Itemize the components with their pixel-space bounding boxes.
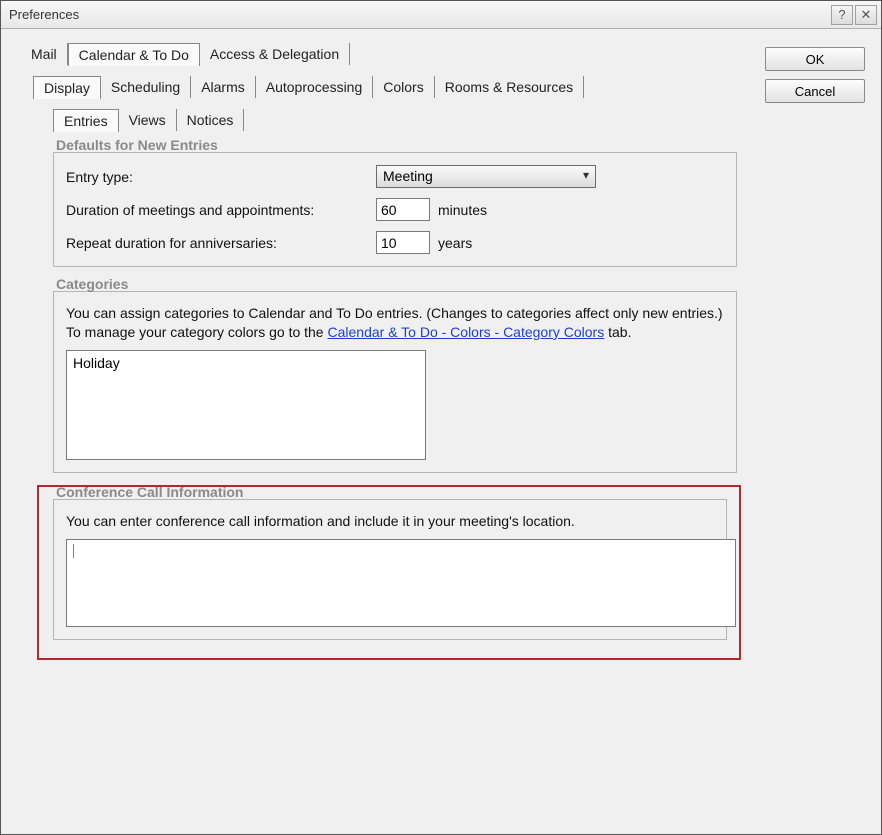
duration-input[interactable] <box>376 198 430 221</box>
repeat-row: Repeat duration for anniversaries: years <box>66 231 724 254</box>
categories-value: Holiday <box>73 355 120 371</box>
dialog-buttons: OK Cancel <box>765 47 865 103</box>
tab-display[interactable]: Display <box>33 76 101 99</box>
top-tabs: Mail Calendar & To Do Access & Delegatio… <box>21 43 867 66</box>
close-icon: ✕ <box>861 7 872 23</box>
tab-notices[interactable]: Notices <box>177 109 245 131</box>
cancel-button[interactable]: Cancel <box>765 79 865 103</box>
repeat-label: Repeat duration for anniversaries: <box>66 235 376 251</box>
close-button[interactable]: ✕ <box>855 5 877 25</box>
defaults-group: Defaults for New Entries Entry type: Mee… <box>53 152 737 267</box>
categories-heading: Categories <box>54 276 130 292</box>
tab-autoprocessing[interactable]: Autoprocessing <box>256 76 374 98</box>
tab-mail[interactable]: Mail <box>21 43 68 65</box>
tab-scheduling[interactable]: Scheduling <box>101 76 191 98</box>
mid-tabs: Display Scheduling Alarms Autoprocessing… <box>33 76 867 99</box>
duration-label: Duration of meetings and appointments: <box>66 202 376 218</box>
conference-description: You can enter conference call informatio… <box>66 512 714 531</box>
conference-heading: Conference Call Information <box>54 484 245 500</box>
categories-group: Categories You can assign categories to … <box>53 291 737 473</box>
entry-type-select[interactable]: Meeting <box>376 165 596 188</box>
categories-desc-post: tab. <box>604 324 631 340</box>
tab-alarms[interactable]: Alarms <box>191 76 256 98</box>
defaults-heading: Defaults for New Entries <box>54 137 220 153</box>
duration-row: Duration of meetings and appointments: m… <box>66 198 724 221</box>
tab-colors[interactable]: Colors <box>373 76 434 98</box>
titlebar-buttons: ? ✕ <box>831 5 877 25</box>
tab-entries[interactable]: Entries <box>53 109 119 132</box>
tab-views[interactable]: Views <box>119 109 177 131</box>
category-colors-link[interactable]: Calendar & To Do - Colors - Category Col… <box>327 324 604 340</box>
tab-rooms-resources[interactable]: Rooms & Resources <box>435 76 584 98</box>
ok-button[interactable]: OK <box>765 47 865 71</box>
preferences-window: Preferences ? ✕ OK Cancel Mail Calendar … <box>0 0 882 835</box>
conference-highlight: Conference Call Information You can ente… <box>37 485 741 660</box>
sub-tabs: Entries Views Notices <box>53 109 867 132</box>
tab-calendar-todo[interactable]: Calendar & To Do <box>68 43 200 66</box>
content-area: OK Cancel Mail Calendar & To Do Access &… <box>1 29 881 834</box>
tab-access-delegation[interactable]: Access & Delegation <box>200 43 350 65</box>
text-caret <box>73 544 74 558</box>
categories-textbox[interactable]: Holiday <box>66 350 426 460</box>
duration-unit: minutes <box>438 202 487 218</box>
entry-type-label: Entry type: <box>66 169 376 185</box>
repeat-input[interactable] <box>376 231 430 254</box>
help-button[interactable]: ? <box>831 5 853 25</box>
categories-description: You can assign categories to Calendar an… <box>66 304 724 342</box>
conference-textbox[interactable] <box>66 539 736 627</box>
conference-group: Conference Call Information You can ente… <box>53 499 727 640</box>
window-title: Preferences <box>9 7 79 22</box>
entry-type-row: Entry type: Meeting <box>66 165 724 188</box>
help-icon: ? <box>838 7 845 22</box>
titlebar: Preferences ? ✕ <box>1 1 881 29</box>
repeat-unit: years <box>438 235 472 251</box>
entry-type-value: Meeting <box>383 168 433 184</box>
